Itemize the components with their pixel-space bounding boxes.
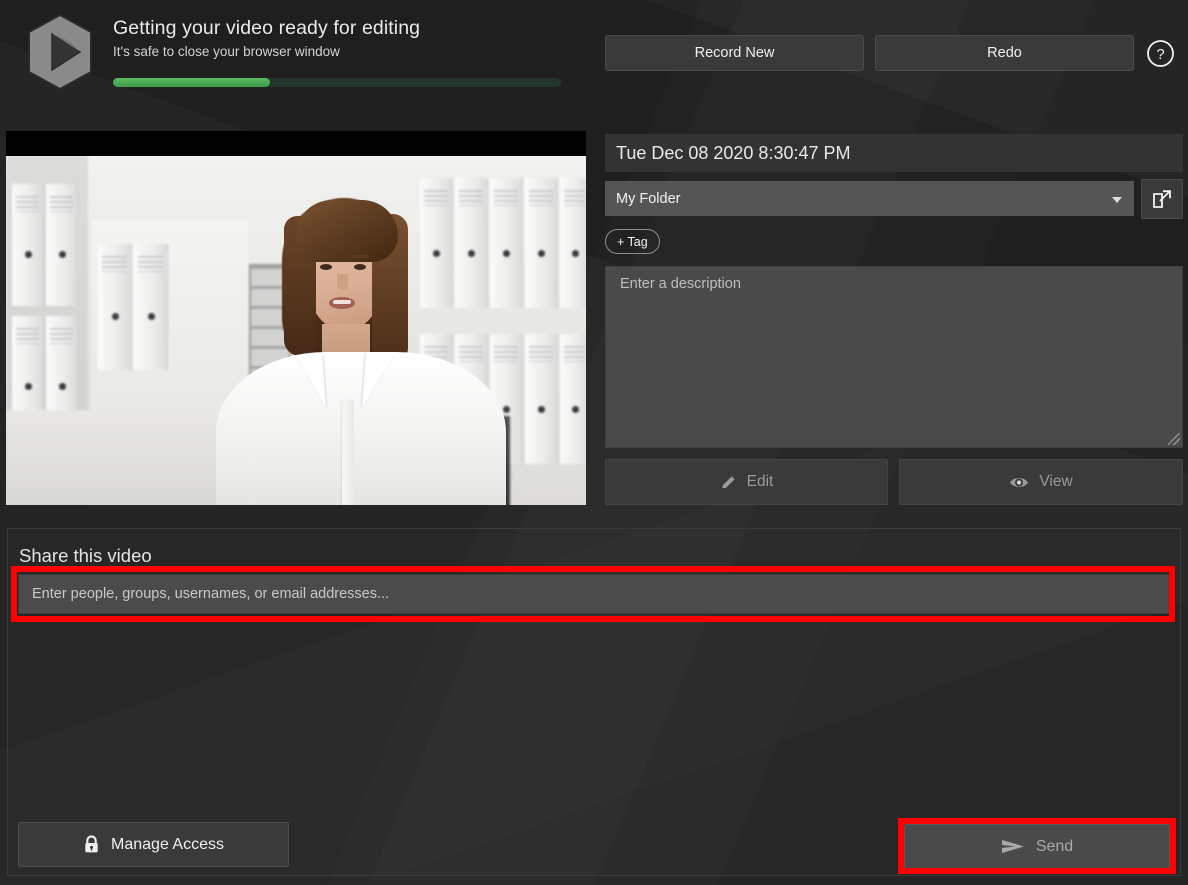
lock-icon <box>83 835 100 854</box>
chevron-down-icon <box>1112 196 1122 203</box>
binder <box>420 178 453 308</box>
office-desk <box>6 410 246 505</box>
person-hair-fringe <box>296 200 398 262</box>
person-eyebrow <box>351 255 369 258</box>
shirt-collar-left <box>296 353 326 409</box>
share-recipients-input[interactable] <box>18 574 1170 614</box>
binder <box>455 178 488 308</box>
binder <box>46 184 78 306</box>
folder-select[interactable]: My Folder <box>605 181 1134 216</box>
open-in-new-window-icon[interactable] <box>1141 179 1183 219</box>
binder <box>98 244 132 370</box>
eye-icon <box>1009 475 1029 490</box>
record-new-button[interactable]: Record New <box>605 35 864 71</box>
header-text-block: Getting your video ready for editing It'… <box>113 16 583 59</box>
person-eye <box>354 264 366 270</box>
edit-button-label: Edit <box>746 473 774 490</box>
share-section-title: Share this video <box>19 545 152 566</box>
send-button-label: Send <box>1035 837 1074 855</box>
edit-button[interactable]: Edit <box>605 459 888 505</box>
folder-select-value: My Folder <box>616 190 681 207</box>
binder <box>12 184 44 306</box>
header: Getting your video ready for editing It'… <box>0 0 1188 106</box>
person-eye <box>320 264 332 270</box>
manage-access-button[interactable]: Manage Access <box>18 822 289 867</box>
description-placeholder: Enter a description <box>620 276 741 292</box>
view-button[interactable]: View <box>899 459 1183 505</box>
redo-button[interactable]: Redo <box>875 35 1134 71</box>
binder <box>490 178 523 308</box>
recording-date-field: Tue Dec 08 2020 8:30:47 PM <box>605 134 1183 172</box>
shirt-collar-right <box>362 353 394 409</box>
shirt-placket <box>342 400 354 505</box>
binder <box>134 244 168 370</box>
binder <box>525 178 558 308</box>
person-mouth <box>329 297 355 309</box>
svg-text:?: ? <box>1156 46 1164 63</box>
page-title: Getting your video ready for editing <box>113 17 421 39</box>
person-nose <box>337 274 348 290</box>
add-tag-button[interactable]: + Tag <box>605 229 660 254</box>
person-eyebrow <box>317 255 335 258</box>
processing-progress-fill <box>113 78 270 87</box>
play-hexagon-logo <box>22 12 98 92</box>
video-thumbnail[interactable] <box>6 131 586 505</box>
description-textarea[interactable]: Enter a description <box>605 266 1183 448</box>
processing-progress-bar <box>113 78 561 87</box>
video-frame-image <box>6 156 586 505</box>
question-circle-icon[interactable]: ? <box>1146 39 1175 68</box>
binder <box>525 334 558 464</box>
person-shirt <box>216 352 506 505</box>
binder <box>560 178 586 308</box>
binder <box>560 334 586 464</box>
page-subtitle: It's safe to close your browser window <box>113 44 340 59</box>
send-button[interactable]: Send <box>904 824 1170 869</box>
resize-grip-icon[interactable] <box>1168 433 1180 445</box>
manage-access-label: Manage Access <box>111 835 224 853</box>
paper-plane-icon <box>1001 838 1025 855</box>
view-button-label: View <box>1039 473 1073 490</box>
app-window: Getting your video ready for editing It'… <box>0 0 1188 885</box>
pencil-icon <box>720 474 737 491</box>
